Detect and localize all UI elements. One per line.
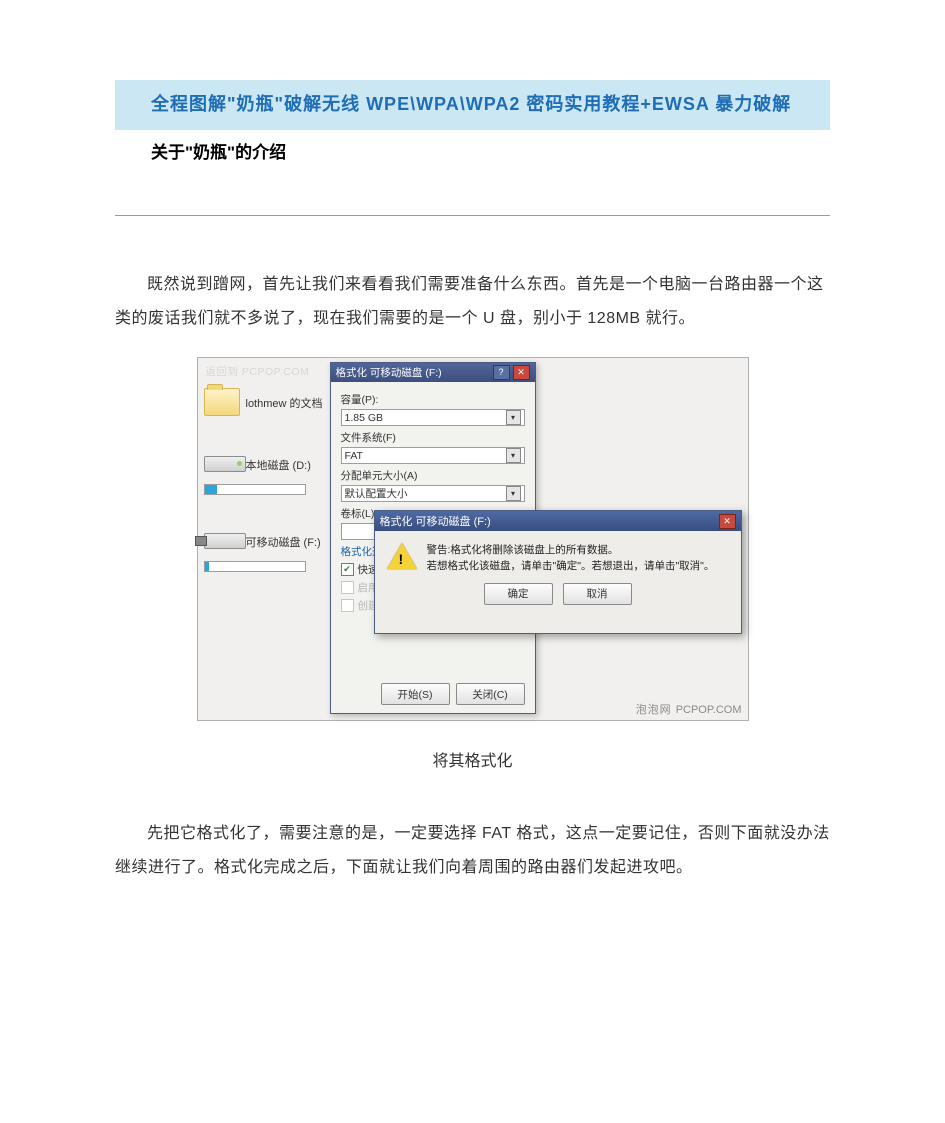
capacity-select[interactable]: 1.85 GB ▾ (341, 409, 525, 426)
hdd-icon (204, 456, 246, 472)
chevron-down-icon: ▾ (506, 486, 521, 501)
close-icon[interactable]: ✕ (719, 514, 736, 529)
alloc-select[interactable]: 默认配置大小 ▾ (341, 485, 525, 502)
paragraph-2: 先把它格式化了，需要注意的是，一定要选择 FAT 格式，这点一定要记住，否则下面… (115, 817, 830, 884)
capacity-label: 容量(P): (341, 392, 525, 407)
screenshot-container: 返回到 PCPOP.COM lothmew 的文档 本地磁盘 (D:) (115, 357, 830, 721)
ok-button[interactable]: 确定 (484, 583, 553, 605)
warning-dialog-titlebar[interactable]: 格式化 可移动磁盘 (F:) ✕ (375, 511, 741, 531)
drive-label: 本地磁盘 (D:) (246, 457, 311, 473)
drive-removable-f[interactable]: 可移动磁盘 (F:) (204, 527, 328, 572)
format-dialog-title: 格式化 可移动磁盘 (F:) (336, 365, 442, 380)
warning-line1: 警告:格式化将删除该磁盘上的所有数据。 (427, 543, 715, 559)
capacity-bar (204, 484, 306, 495)
watermark: 泡泡网 PCPOP.COM (636, 701, 742, 717)
explorer-overlay-text: 返回到 PCPOP.COM (206, 364, 310, 379)
format-dialog-titlebar[interactable]: 格式化 可移动磁盘 (F:) ? ✕ (331, 363, 535, 382)
filesystem-value: FAT (345, 450, 363, 462)
watermark-cn: 泡泡网 (636, 704, 672, 716)
drive-list: lothmew 的文档 本地磁盘 (D:) 可移动磁盘 (F:) (204, 388, 328, 604)
explorer-window: 返回到 PCPOP.COM lothmew 的文档 本地磁盘 (D:) (197, 357, 749, 721)
close-icon[interactable]: ✕ (513, 365, 530, 380)
capacity-bar (204, 561, 306, 572)
start-button[interactable]: 开始(S) (381, 683, 450, 705)
capacity-value: 1.85 GB (345, 412, 384, 424)
watermark-en: PCPOP.COM (676, 704, 742, 716)
usb-icon (204, 533, 246, 549)
warning-dialog-title: 格式化 可移动磁盘 (F:) (380, 513, 491, 529)
paragraph-1: 既然说到蹭网，首先让我们来看看我们需要准备什么东西。首先是一个电脑一台路由器一个… (115, 268, 830, 335)
drive-label: 可移动磁盘 (F:) (246, 534, 321, 550)
divider (115, 215, 830, 216)
filesystem-select[interactable]: FAT ▾ (341, 447, 525, 464)
drive-label: lothmew 的文档 (246, 395, 323, 411)
folder-icon (204, 388, 240, 416)
checkbox-icon (341, 599, 354, 612)
chevron-down-icon: ▾ (506, 410, 521, 425)
warning-dialog: 格式化 可移动磁盘 (F:) ✕ ! 警告:格式化将删除该磁盘上的所有数据。 若… (374, 510, 742, 634)
chevron-down-icon: ▾ (506, 448, 521, 463)
filesystem-label: 文件系统(F) (341, 430, 525, 445)
warning-line2: 若想格式化该磁盘，请单击"确定"。若想退出，请单击"取消"。 (427, 559, 715, 575)
section-subtitle: 关于"奶瓶"的介绍 (115, 138, 830, 163)
cancel-button[interactable]: 取消 (563, 583, 632, 605)
warning-icon: ! (387, 543, 417, 571)
alloc-value: 默认配置大小 (345, 486, 408, 501)
page-title-banner: 全程图解"奶瓶"破解无线 WPE\WPA\WPA2 密码实用教程+EWSA 暴力… (115, 80, 830, 130)
image-caption: 将其格式化 (115, 747, 830, 771)
warning-text: 警告:格式化将删除该磁盘上的所有数据。 若想格式化该磁盘，请单击"确定"。若想退… (427, 543, 715, 575)
close-button[interactable]: 关闭(C) (456, 683, 525, 705)
checkbox-icon (341, 581, 354, 594)
drive-local-d[interactable]: 本地磁盘 (D:) (204, 450, 328, 495)
help-icon[interactable]: ? (493, 365, 510, 380)
alloc-label: 分配单元大小(A) (341, 468, 525, 483)
drive-documents[interactable]: lothmew 的文档 (204, 388, 328, 418)
checkbox-icon: ✔ (341, 563, 354, 576)
